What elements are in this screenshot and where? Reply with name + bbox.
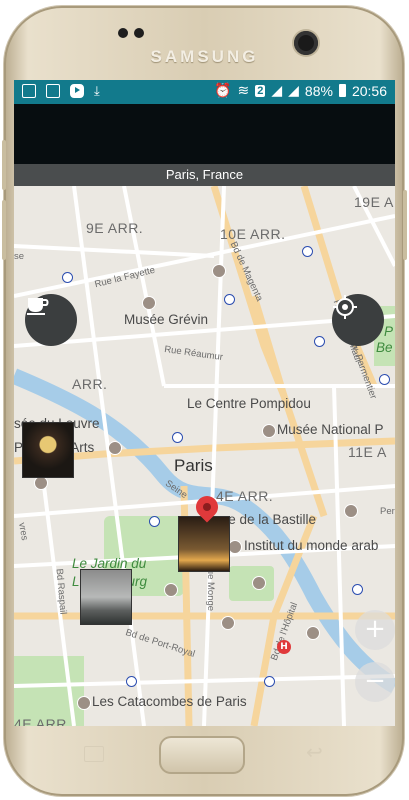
sensor-dot <box>118 28 128 38</box>
metro-icon <box>126 676 137 687</box>
battery-icon <box>338 84 346 97</box>
signal-icon: ◢ <box>288 82 299 98</box>
coffee-button[interactable] <box>25 294 77 346</box>
map-view[interactable]: 19E A 9E ARR. 10E ARR. ARR. 11E A 4E ARR… <box>14 186 395 726</box>
poi-icon <box>344 504 358 518</box>
alarm-icon: ⏰ <box>214 82 232 98</box>
poi-catacombes[interactable]: Les Catacombes de Paris <box>92 694 247 709</box>
metro-icon <box>149 516 160 527</box>
poi-icon <box>262 424 276 438</box>
street-label: Pers <box>380 506 395 517</box>
sim-badge: 2 <box>255 84 266 97</box>
poi-icon <box>142 296 156 310</box>
metro-icon <box>264 676 275 687</box>
metro-icon <box>314 336 325 347</box>
zoom-out-button[interactable]: − <box>355 662 395 702</box>
photo-marker-ferris-wheel[interactable] <box>22 422 74 478</box>
volume-button <box>2 140 6 190</box>
district-label: 4E ARR. <box>216 488 274 504</box>
home-button[interactable] <box>159 736 245 774</box>
poi-icon <box>221 616 235 630</box>
poi-icon <box>108 441 122 455</box>
coffee-icon <box>27 298 49 315</box>
poi-icon <box>77 696 91 710</box>
hospital-icon: H <box>277 640 291 654</box>
park-label: P <box>384 324 394 339</box>
metro-icon <box>62 272 73 283</box>
district-label: 10E ARR. <box>220 226 286 242</box>
download-icon: ⤓ <box>94 83 100 98</box>
district-label: ARR. <box>72 376 108 392</box>
power-button <box>403 190 407 260</box>
recents-icon[interactable] <box>84 746 104 762</box>
wifi-icon: ≋ <box>237 82 250 98</box>
poi-icon <box>252 576 266 590</box>
poi-musee-national[interactable]: Musée National P <box>277 422 384 437</box>
district-label: 9E ARR. <box>86 220 144 236</box>
app-toolbar <box>14 104 395 164</box>
bixby-button <box>2 200 6 260</box>
poi-icon <box>212 264 226 278</box>
poi-institut[interactable]: Institut du monde arab <box>244 538 378 553</box>
metro-icon <box>224 294 235 305</box>
back-icon[interactable]: ↩ <box>306 740 323 764</box>
district-label: 11E A <box>348 444 387 460</box>
sensor-dot <box>134 28 144 38</box>
poi-icon <box>228 540 242 554</box>
poi-icon <box>306 626 320 640</box>
photo-marker-building[interactable] <box>80 569 132 625</box>
youtube-icon <box>70 84 84 98</box>
poi-musee-grevin[interactable]: Musée Grévin <box>124 312 208 327</box>
poi-icon <box>164 583 178 597</box>
zoom-in-button[interactable]: + <box>355 610 395 650</box>
battery-percent: 88% <box>304 82 333 99</box>
location-title: Paris, France <box>14 164 395 186</box>
metro-icon <box>302 246 313 257</box>
city-label: Paris <box>174 456 213 475</box>
screen: ⤓ ⏰ ≋ 2 ◢ ◢ 88% 20:56 Paris, France 19E … <box>14 80 395 726</box>
photo-marker-eiffel[interactable] <box>178 516 230 572</box>
locate-button[interactable] <box>332 294 384 346</box>
poi-icon <box>34 476 48 490</box>
metro-icon <box>379 374 390 385</box>
street-label: se <box>14 251 25 262</box>
metro-icon <box>352 584 363 595</box>
metro-icon <box>172 432 183 443</box>
district-label: 19E A <box>354 194 394 210</box>
clock: 20:56 <box>351 82 387 99</box>
clipboard-icon <box>22 84 36 98</box>
park-label: Be <box>376 340 393 355</box>
status-bar: ⤓ ⏰ ≋ 2 ◢ ◢ 88% 20:56 <box>14 80 395 104</box>
signal-icon: ◢ <box>271 82 283 98</box>
brand-logo: SAMSUNG <box>150 47 259 66</box>
image-icon <box>46 84 60 98</box>
crosshair-icon <box>333 295 357 319</box>
poi-centre-pompidou[interactable]: Le Centre Pompidou <box>187 396 311 411</box>
district-label: 4E ARR <box>14 716 67 726</box>
